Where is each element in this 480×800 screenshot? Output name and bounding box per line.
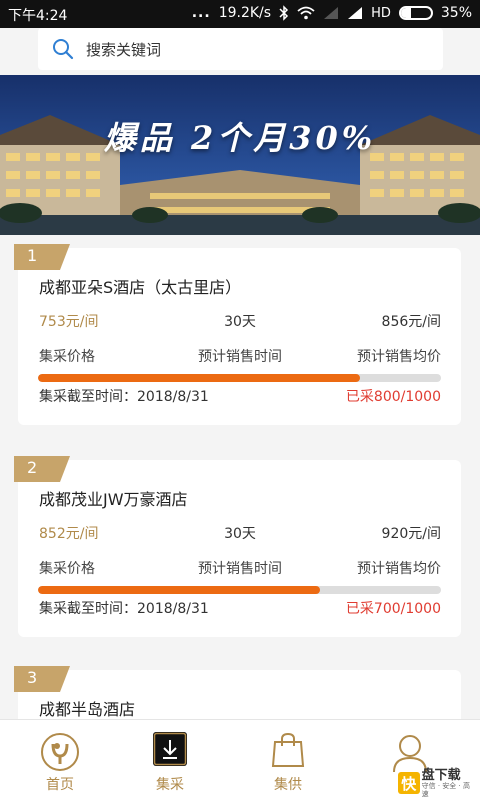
- hotel-name: 成都半岛酒店: [39, 700, 136, 719]
- tab-home-label: 首页: [46, 777, 74, 793]
- progress-fill: [38, 586, 321, 594]
- watermark-badge: 快: [398, 772, 420, 794]
- hotel-card[interactable]: 1 成都亚朵S酒店（太古里店） 753元/间 30天 856元/间 集采价格 预…: [14, 244, 461, 425]
- watermark-title: 盘下载: [421, 767, 461, 783]
- purchase-progress-bar: [38, 374, 441, 382]
- status-time: 下午4:24: [8, 8, 68, 24]
- rank-number: 1: [27, 246, 38, 265]
- avg-price-label: 预计销售均价: [357, 561, 441, 577]
- card-values: 852元/间 30天 920元/间: [39, 523, 441, 545]
- rank-tag-wrap: 3: [14, 666, 74, 692]
- card-labels: 集采价格 预计销售时间 预计销售均价: [39, 558, 441, 580]
- search-input[interactable]: 搜索关键词: [38, 28, 443, 70]
- notification-dots: ...: [191, 5, 211, 21]
- progress-text: 已采700/1000: [345, 601, 441, 617]
- avg-price: 920元/间: [381, 526, 441, 542]
- battery-icon: [398, 6, 433, 20]
- hotel-name: 成都亚朵S酒店（太古里店）: [39, 278, 242, 297]
- watermark-subtitle: 守信 · 安全 · 高速: [421, 781, 470, 798]
- avg-price-label: 预计销售均价: [357, 349, 441, 365]
- search-placeholder: 搜索关键词: [86, 40, 162, 59]
- deadline-text: 集采截至时间：2018/8/31: [39, 601, 209, 617]
- card-footer: 集采截至时间：2018/8/31 已采700/1000: [39, 598, 441, 620]
- signal-icon: [348, 7, 363, 19]
- search-icon: [53, 39, 74, 60]
- hotel-card[interactable]: 2 成都茂业JW万豪酒店 852元/间 30天 920元/间 集采价格 预计销售…: [14, 456, 461, 637]
- tab-supply[interactable]: 集供: [228, 720, 348, 800]
- rank-number: 2: [27, 458, 38, 477]
- progress-fill: [38, 374, 361, 382]
- shopping-bag-icon: [271, 732, 305, 767]
- rank-tag-wrap: 2: [14, 456, 74, 482]
- search-area: 搜索关键词: [0, 28, 480, 75]
- progress-text: 已采800/1000: [345, 389, 441, 405]
- bluetooth-icon: [279, 5, 289, 21]
- tab-group-buy-label: 集采: [156, 777, 184, 793]
- home-logo-icon: [41, 733, 79, 771]
- purchase-progress-bar: [38, 586, 441, 594]
- rank-number: 3: [27, 668, 38, 687]
- bottom-tab-bar: 首页 集采 集供 快 盘下载 守信 · 安全 · 高速: [0, 719, 480, 800]
- signal-off-icon: [324, 7, 339, 19]
- network-speed: 19.2K/s: [218, 5, 272, 21]
- avg-price: 856元/间: [381, 314, 441, 330]
- card-labels: 集采价格 预计销售时间 预计销售均价: [39, 346, 441, 368]
- banner-headline: 爆品 2个月30%: [103, 119, 377, 157]
- tab-group-buy[interactable]: 集采: [110, 720, 230, 800]
- download-icon: [153, 732, 187, 766]
- card-values: 753元/间 30天 856元/间: [39, 311, 441, 333]
- watermark-logo: 快 盘下载 守信 · 安全 · 高速: [398, 767, 476, 798]
- promo-banner[interactable]: 爆品 2个月30%: [0, 75, 480, 235]
- hotel-name: 成都茂业JW万豪酒店: [39, 490, 188, 509]
- rank-tag-wrap: 1: [14, 244, 74, 270]
- tab-home[interactable]: 首页: [0, 720, 120, 800]
- battery-percent: 35%: [440, 5, 472, 21]
- deadline-text: 集采截至时间：2018/8/31: [39, 389, 209, 405]
- card-footer: 集采截至时间：2018/8/31 已采800/1000: [39, 386, 441, 408]
- wifi-icon: [297, 6, 315, 20]
- status-bar: 下午4:24 ... 19.2K/s HD 35%: [0, 0, 480, 28]
- tab-supply-label: 集供: [274, 777, 302, 793]
- network-type: HD: [371, 5, 391, 21]
- user-icon: [393, 735, 427, 772]
